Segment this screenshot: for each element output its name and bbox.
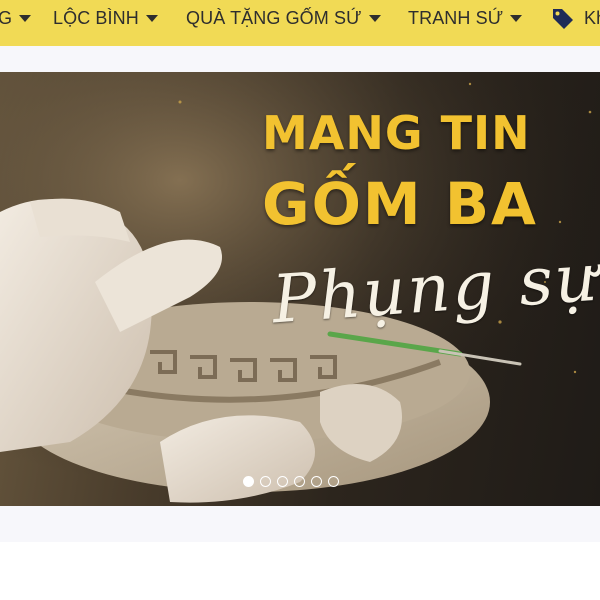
- slider-dot[interactable]: [260, 476, 271, 487]
- caret-down-icon: [145, 15, 158, 22]
- nav-item-truncated[interactable]: G: [0, 0, 32, 36]
- slider-dot[interactable]: [277, 476, 288, 487]
- nav-item-tranh-su[interactable]: TRANH SỨ: [408, 0, 523, 36]
- nav-item-qua-tang-gom-su[interactable]: QUÀ TẶNG GỐM SỨ: [186, 0, 381, 36]
- nav-item-promotions[interactable]: Kh: [551, 0, 600, 36]
- caret-down-icon: [368, 15, 381, 22]
- slider-dot[interactable]: [328, 476, 339, 487]
- nav-item-loc-binh[interactable]: LỘC BÌNH: [53, 0, 158, 36]
- caret-down-icon: [510, 15, 523, 22]
- nav-item-label: G: [0, 8, 13, 28]
- top-navigation-bar: G LỘC BÌNH QUÀ TẶNG GỐM SỨ TRANH SỨ Kh: [0, 0, 600, 46]
- banner-headline-line1: MANG TIN: [262, 106, 531, 160]
- nav-item-label: QUÀ TẶNG GỐM SỨ: [186, 8, 362, 28]
- nav-item-label: TRANH SỨ: [408, 8, 504, 28]
- slider-dot[interactable]: [294, 476, 305, 487]
- nav-item-label: Kh: [584, 8, 600, 28]
- tag-icon: [553, 9, 573, 29]
- banner-headline-line2: GỐM BA: [262, 170, 538, 238]
- nav-item-label: LỘC BÌNH: [53, 8, 139, 28]
- slider-pagination: [243, 476, 339, 487]
- hero-banner-slider[interactable]: MANG TIN GỐM BA Phụng sự: [0, 72, 600, 506]
- slider-dot[interactable]: [243, 476, 254, 487]
- section-spacer: [0, 506, 600, 542]
- caret-down-icon: [19, 15, 32, 22]
- slider-dot[interactable]: [311, 476, 322, 487]
- section-spacer: [0, 46, 600, 72]
